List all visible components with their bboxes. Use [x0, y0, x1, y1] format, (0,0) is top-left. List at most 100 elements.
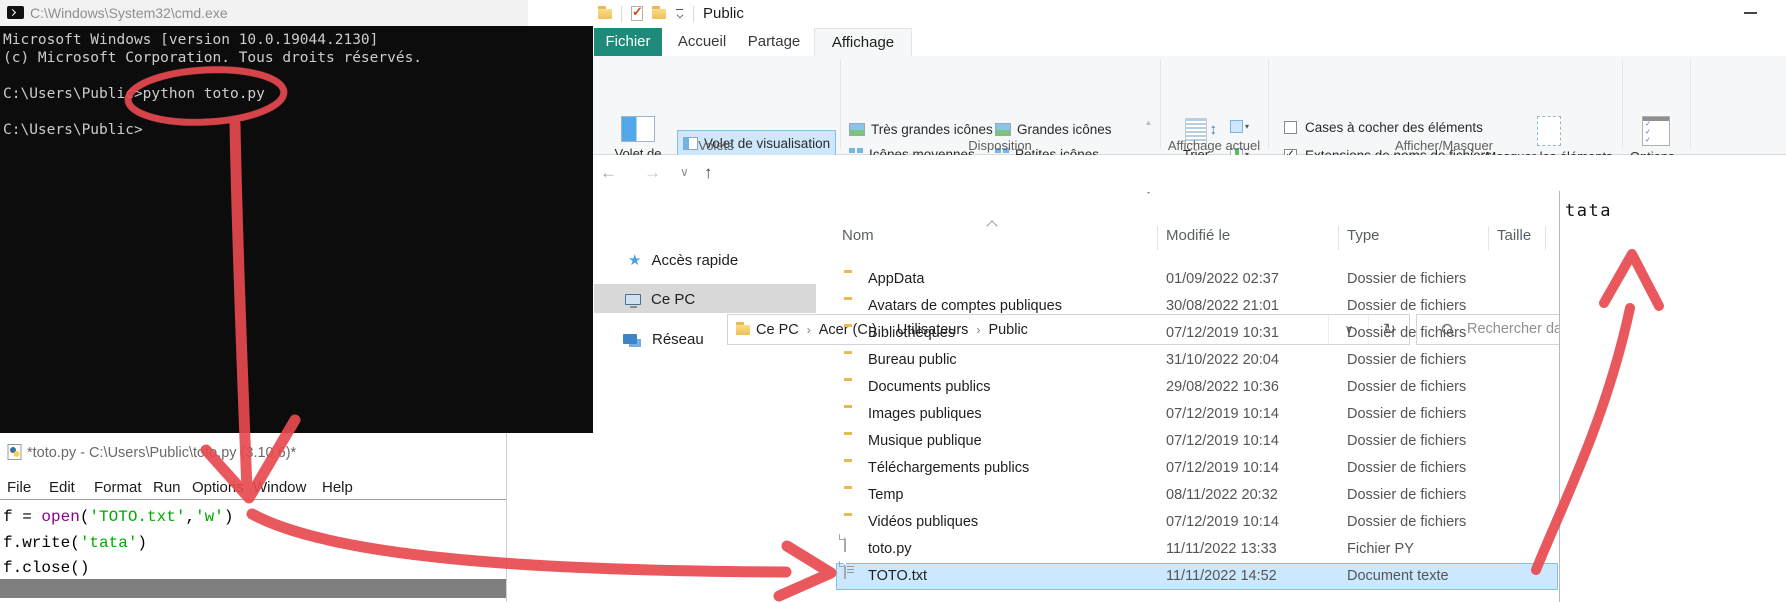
code-text: f.close() — [3, 559, 90, 577]
file-type: Dossier de fichiers — [1347, 460, 1467, 476]
column-divider[interactable] — [1545, 226, 1546, 250]
cmd-prompt-line: C:\Users\Public> — [3, 122, 143, 138]
file-modified: 29/08/2022 10:36 — [1166, 379, 1279, 395]
cmd-command-line: C:\Users\Public>python toto.py — [3, 86, 265, 102]
notepad-content[interactable]: tata — [1565, 201, 1612, 221]
column-divider[interactable] — [1338, 226, 1339, 250]
group-label-afficher-masquer: Afficher/Masquer — [1394, 138, 1494, 153]
file-modified: 07/12/2019 10:31 — [1166, 325, 1279, 341]
cmd-window: C:\Windows\System32\cmd.exe Microsoft Wi… — [0, 0, 593, 433]
column-header-type[interactable]: Type — [1347, 222, 1380, 250]
checkbox-unchecked-icon[interactable] — [1284, 121, 1297, 134]
customize-toolbar-icon[interactable] — [675, 9, 684, 18]
file-row-temp[interactable]: Temp 08/11/2022 20:32 Dossier de fichier… — [836, 482, 1558, 509]
file-row-documents-publics[interactable]: Documents publics 29/08/2022 10:36 Dossi… — [836, 374, 1558, 401]
menu-run[interactable]: Run — [153, 479, 181, 496]
file-row-avatars[interactable]: Avatars de comptes publiques 30/08/2022 … — [836, 293, 1558, 320]
network-icon — [623, 334, 637, 344]
column-divider[interactable] — [1488, 226, 1489, 250]
code-text: , — [185, 508, 196, 526]
menu-window[interactable]: Window — [253, 479, 306, 496]
cmd-terminal[interactable]: Microsoft Windows [version 10.0.19044.21… — [0, 26, 593, 433]
file-name: Musique publique — [868, 433, 982, 449]
file-modified: 07/12/2019 10:14 — [1166, 433, 1279, 449]
column-header-taille[interactable]: Taille — [1497, 222, 1531, 250]
divider — [693, 5, 694, 22]
menu-format[interactable]: Format — [94, 479, 142, 496]
sidebar-item-reseau[interactable]: Réseau — [623, 325, 704, 353]
breadcrumb-ce-pc[interactable]: Ce PC — [756, 322, 799, 338]
menu-file[interactable]: File — [7, 479, 31, 496]
menu-help[interactable]: Help — [322, 479, 353, 496]
file-row-telechargements[interactable]: Téléchargements publics 07/12/2019 10:14… — [836, 455, 1558, 482]
file-row-videos-publiques[interactable]: Vidéos publiques 07/12/2019 10:14 Dossie… — [836, 509, 1558, 536]
file-name: Bibliothèques — [868, 325, 956, 341]
code-builtin: open — [41, 508, 80, 526]
quick-access-star-icon: ★ — [628, 252, 642, 269]
minimize-button[interactable] — [1744, 12, 1757, 14]
file-row-toto-py[interactable]: toto.py 11/11/2022 13:33 Fichier PY — [836, 533, 1558, 563]
tab-fichier[interactable]: Fichier — [594, 28, 662, 56]
tab-affichage[interactable]: Affichage — [814, 28, 912, 56]
file-type: Dossier de fichiers — [1347, 514, 1467, 530]
file-name: Documents publics — [868, 379, 991, 395]
code-line-1[interactable]: f = open('TOTO.txt','w') — [3, 508, 233, 526]
code-string: 'tata' — [79, 534, 138, 552]
cmd-icon — [7, 6, 24, 19]
up-icon[interactable]: ↑ — [704, 163, 713, 183]
idle-selection-bar[interactable] — [0, 579, 506, 598]
new-folder-icon[interactable] — [652, 5, 666, 19]
file-type: Dossier de fichiers — [1347, 325, 1467, 341]
item-checkboxes-option[interactable]: Cases à cocher des éléments — [1284, 120, 1483, 135]
sidebar-item-label: Ce PC — [651, 290, 696, 308]
file-row-images-publiques[interactable]: Images publiques 07/12/2019 10:14 Dossie… — [836, 401, 1558, 428]
file-row-musique-publique[interactable]: Musique publique 07/12/2019 10:14 Dossie… — [836, 428, 1558, 455]
file-type: Fichier PY — [1347, 541, 1414, 557]
forward-icon[interactable]: → — [644, 163, 661, 183]
navigation-pane-icon — [621, 116, 655, 142]
menu-options[interactable]: Options — [192, 479, 244, 496]
code-line-2[interactable]: f.write('tata') — [3, 534, 147, 552]
column-header-modifie[interactable]: Modifié le — [1166, 222, 1230, 250]
file-type: Dossier de fichiers — [1347, 271, 1467, 287]
scroll-up-icon[interactable]: ▲ — [1145, 118, 1153, 127]
file-row-toto-txt-selected[interactable]: TOTO.txt 11/11/2022 14:52 Document texte — [836, 560, 1558, 590]
history-dropdown-icon[interactable]: ∨ — [680, 165, 689, 179]
group-divider — [1268, 60, 1269, 148]
file-row-bureau-public[interactable]: Bureau public 31/10/2022 20:04 Dossier d… — [836, 347, 1558, 374]
tab-partage[interactable]: Partage — [742, 28, 806, 56]
file-row-appdata[interactable]: AppData 01/09/2022 02:37 Dossier de fich… — [836, 266, 1558, 293]
breadcrumb-separator: › — [806, 322, 811, 337]
file-row-bibliotheques[interactable]: Bibliothèques 07/12/2019 10:31 Dossier d… — [836, 320, 1558, 347]
tab-accueil[interactable]: Accueil — [670, 28, 734, 56]
properties-check-icon[interactable] — [631, 4, 643, 21]
file-modified: 07/12/2019 10:14 — [1166, 514, 1279, 530]
idle-editor-window: *toto.py - C:\Users\Public\toto.py (3.10… — [0, 433, 507, 602]
desktop: Public Fichier Accueil Partage Affichage… — [0, 0, 1786, 602]
back-icon[interactable]: ← — [600, 163, 617, 183]
text-file-icon — [844, 560, 846, 579]
file-type: Dossier de fichiers — [1347, 487, 1467, 503]
menu-edit[interactable]: Edit — [49, 479, 75, 496]
group-divider — [1690, 60, 1691, 148]
file-type: Document texte — [1347, 568, 1449, 584]
item-checkboxes-label: Cases à cocher des éléments — [1305, 120, 1483, 135]
file-modified: 07/12/2019 10:14 — [1166, 406, 1279, 422]
computer-icon — [625, 293, 641, 308]
group-by-button[interactable]: ▾ — [1230, 120, 1249, 133]
address-bar-row: ← → ∨ ↑ Ce PC › Acer (C:) › Utilisateurs › … — [528, 155, 1786, 345]
notepad-window[interactable]: tata — [1559, 191, 1786, 602]
group-divider — [1622, 60, 1623, 148]
column-divider[interactable] — [1157, 226, 1158, 250]
column-header-nom[interactable]: Nom — [842, 222, 874, 250]
folder-icon[interactable] — [598, 5, 612, 19]
sidebar-item-acces-rapide[interactable]: ★ Accès rapide — [628, 246, 738, 274]
sidebar-item-ce-pc[interactable]: Ce PC — [625, 285, 695, 313]
file-name: Téléchargements publics — [868, 460, 1030, 476]
location-folder-icon — [736, 322, 750, 335]
code-line-3[interactable]: f.close() — [3, 559, 89, 577]
cmd-titlebar[interactable]: C:\Windows\System32\cmd.exe — [0, 0, 528, 26]
large-icons-label: Grandes icônes — [1017, 122, 1112, 137]
file-name: Avatars de comptes publiques — [868, 298, 1062, 314]
sidebar-item-label: Accès rapide — [651, 251, 739, 269]
